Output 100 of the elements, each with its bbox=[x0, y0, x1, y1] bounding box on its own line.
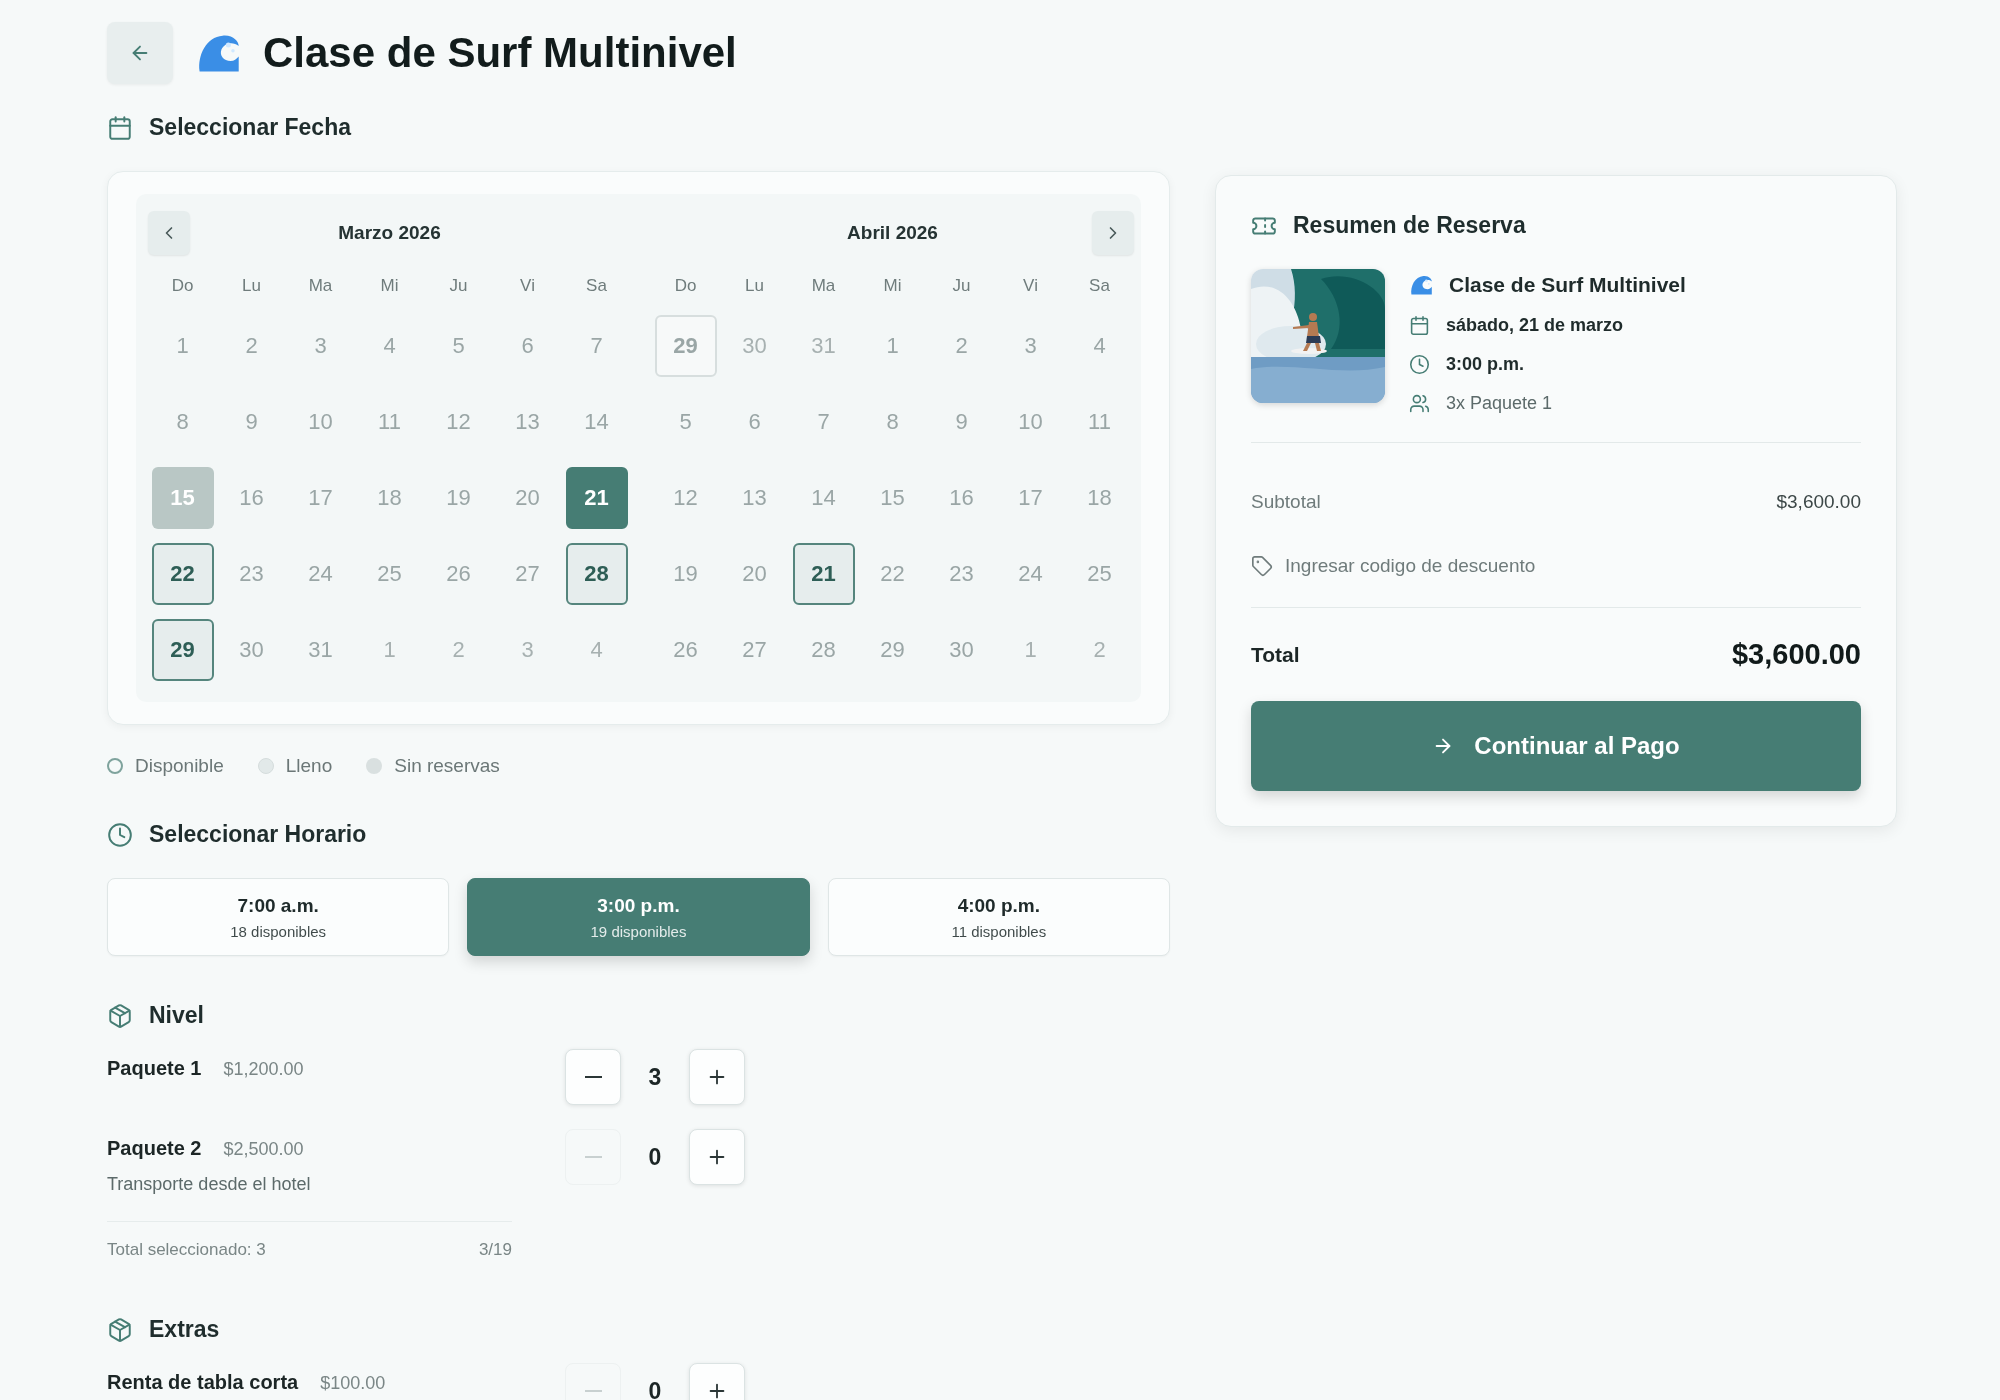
calendar-day[interactable]: 12 bbox=[427, 391, 490, 453]
calendar-day[interactable]: 13 bbox=[723, 467, 786, 529]
month-title: Abril 2026 bbox=[847, 222, 938, 244]
calendar-day[interactable]: 8 bbox=[151, 391, 214, 453]
weekday-label: Ma bbox=[308, 276, 333, 296]
calendar-day[interactable]: 1 bbox=[861, 315, 924, 377]
calendar-day[interactable]: 16 bbox=[930, 467, 993, 529]
item-name: Paquete 1 bbox=[107, 1057, 202, 1080]
calendar-day[interactable]: 16 bbox=[220, 467, 283, 529]
minus-icon bbox=[584, 1390, 602, 1392]
time-slot[interactable]: 3:00 p.m. 19 disponibles bbox=[467, 878, 810, 956]
weekday-label: Ju bbox=[952, 276, 971, 296]
time-slot[interactable]: 4:00 p.m. 11 disponibles bbox=[827, 878, 1170, 956]
quantity-value: 3 bbox=[647, 1063, 663, 1091]
calendar-day[interactable]: 4 bbox=[358, 315, 421, 377]
calendar-day[interactable]: 10 bbox=[289, 391, 352, 453]
minus-icon bbox=[584, 1156, 602, 1158]
calendar-day[interactable]: 14 bbox=[565, 391, 628, 453]
next-month-button[interactable] bbox=[1092, 211, 1134, 255]
calendar-day[interactable]: 30 bbox=[220, 619, 283, 681]
weekday-label: Lu bbox=[242, 276, 261, 296]
calendar-day[interactable]: 8 bbox=[861, 391, 924, 453]
page-title: Clase de Surf Multinivel bbox=[263, 29, 737, 77]
calendar-day[interactable]: 26 bbox=[654, 619, 717, 681]
booking-time: 3:00 p.m. bbox=[1446, 354, 1525, 375]
calendar-day[interactable]: 3 bbox=[496, 619, 559, 681]
clock-icon bbox=[1409, 354, 1430, 375]
discount-code-link[interactable]: Ingresar codigo de descuento bbox=[1251, 555, 1861, 608]
calendar-day[interactable]: 1 bbox=[358, 619, 421, 681]
weekday-label: Mi bbox=[380, 276, 399, 296]
calendar-day[interactable]: 29 bbox=[861, 619, 924, 681]
calendar-day[interactable]: 29 bbox=[151, 619, 214, 681]
calendar-day[interactable]: 23 bbox=[220, 543, 283, 605]
calendar-day[interactable]: 6 bbox=[496, 315, 559, 377]
calendar-day[interactable]: 23 bbox=[930, 543, 993, 605]
back-button[interactable] bbox=[107, 22, 173, 84]
clock-icon bbox=[107, 821, 133, 848]
calendar-day[interactable]: 27 bbox=[723, 619, 786, 681]
calendar-day[interactable]: 5 bbox=[654, 391, 717, 453]
calendar-day[interactable]: 11 bbox=[1068, 391, 1131, 453]
decrease-button[interactable] bbox=[565, 1049, 621, 1105]
calendar-day[interactable]: 9 bbox=[930, 391, 993, 453]
time-slot[interactable]: 7:00 a.m. 18 disponibles bbox=[107, 878, 450, 956]
calendar-day[interactable]: 2 bbox=[427, 619, 490, 681]
calendar-day[interactable]: 27 bbox=[496, 543, 559, 605]
calendar-day[interactable]: 1 bbox=[151, 315, 214, 377]
calendar-day[interactable]: 6 bbox=[723, 391, 786, 453]
continue-to-payment-button[interactable]: Continuar al Pago bbox=[1251, 701, 1861, 791]
calendar-day[interactable]: 30 bbox=[723, 315, 786, 377]
calendar-day[interactable]: 26 bbox=[427, 543, 490, 605]
previous-month-button[interactable] bbox=[148, 211, 190, 255]
calendar-day[interactable]: 4 bbox=[1068, 315, 1131, 377]
calendar-day[interactable]: 17 bbox=[289, 467, 352, 529]
calendar-day[interactable]: 12 bbox=[654, 467, 717, 529]
calendar-day[interactable]: 25 bbox=[358, 543, 421, 605]
total-selected: Total seleccionado: 3 bbox=[107, 1240, 266, 1260]
calendar-day[interactable]: 11 bbox=[358, 391, 421, 453]
calendar-day[interactable]: 9 bbox=[220, 391, 283, 453]
calendar-day[interactable]: 4 bbox=[565, 619, 628, 681]
calendar-day[interactable]: 31 bbox=[289, 619, 352, 681]
calendar-day[interactable]: 19 bbox=[654, 543, 717, 605]
calendar-day[interactable]: 14 bbox=[792, 467, 855, 529]
calendar-day[interactable]: 20 bbox=[723, 543, 786, 605]
calendar-day[interactable]: 18 bbox=[1068, 467, 1131, 529]
calendar-day[interactable]: 3 bbox=[289, 315, 352, 377]
calendar-day[interactable]: 15 bbox=[861, 467, 924, 529]
weekday-label: Ma bbox=[811, 276, 836, 296]
calendar-day[interactable]: 29 bbox=[654, 315, 717, 377]
calendar-day[interactable]: 5 bbox=[427, 315, 490, 377]
total-value: $3,600.00 bbox=[1732, 638, 1861, 671]
calendar-day[interactable]: 30 bbox=[930, 619, 993, 681]
calendar-day[interactable]: 10 bbox=[999, 391, 1062, 453]
subtotal-value: $3,600.00 bbox=[1776, 491, 1861, 513]
calendar-day[interactable]: 7 bbox=[792, 391, 855, 453]
calendar-day[interactable]: 7 bbox=[565, 315, 628, 377]
calendar-day[interactable]: 1 bbox=[999, 619, 1062, 681]
calendar-day[interactable]: 31 bbox=[792, 315, 855, 377]
calendar-day[interactable]: 2 bbox=[930, 315, 993, 377]
calendar-day[interactable]: 13 bbox=[496, 391, 559, 453]
calendar-day[interactable]: 2 bbox=[220, 315, 283, 377]
calendar-day[interactable]: 3 bbox=[999, 315, 1062, 377]
calendar-day[interactable]: 24 bbox=[289, 543, 352, 605]
calendar-day[interactable]: 24 bbox=[999, 543, 1062, 605]
minus-icon bbox=[584, 1076, 602, 1078]
calendar-day[interactable]: 15 bbox=[151, 467, 214, 529]
calendar-day[interactable]: 28 bbox=[565, 543, 628, 605]
calendar-day[interactable]: 18 bbox=[358, 467, 421, 529]
calendar-day[interactable]: 28 bbox=[792, 619, 855, 681]
calendar-day[interactable]: 17 bbox=[999, 467, 1062, 529]
calendar-day[interactable]: 22 bbox=[151, 543, 214, 605]
weekday-label: Vi bbox=[1023, 276, 1038, 296]
calendar-day[interactable]: 22 bbox=[861, 543, 924, 605]
item-name: Paquete 2 bbox=[107, 1137, 202, 1160]
calendar-day[interactable]: 20 bbox=[496, 467, 559, 529]
calendar-day[interactable]: 19 bbox=[427, 467, 490, 529]
calendar-icon bbox=[1409, 315, 1430, 336]
calendar-day[interactable]: 25 bbox=[1068, 543, 1131, 605]
calendar-day[interactable]: 21 bbox=[565, 467, 628, 529]
calendar-day[interactable]: 21 bbox=[792, 543, 855, 605]
calendar-day[interactable]: 2 bbox=[1068, 619, 1131, 681]
